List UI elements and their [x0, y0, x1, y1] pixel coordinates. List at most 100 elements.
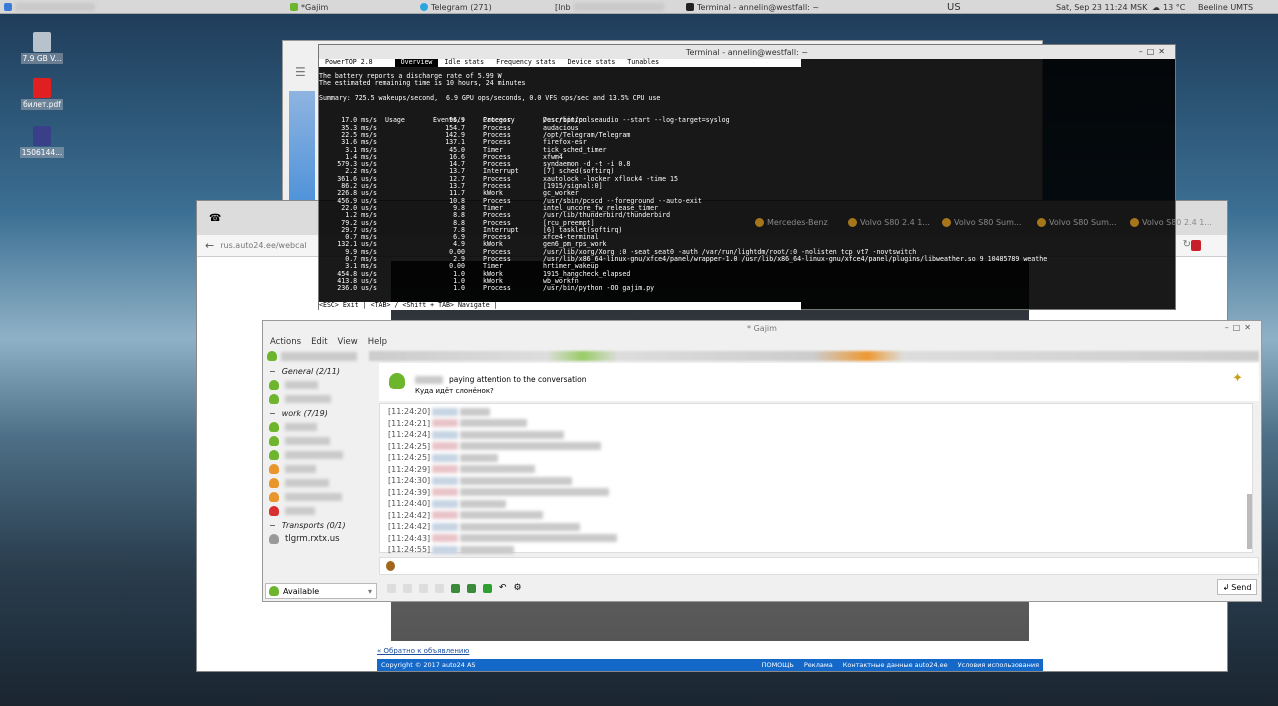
footer-link[interactable]: Контактные данные auto24.ee: [843, 661, 948, 669]
timestamp: [11:24:30]: [388, 476, 431, 486]
roster-contact[interactable]: [263, 448, 377, 462]
roster-group[interactable]: − General (2/11): [263, 364, 377, 378]
contact-status-icon: [269, 422, 279, 432]
menu-edit[interactable]: Edit: [311, 337, 327, 347]
desktop-icon-video[interactable]: 1506144...: [18, 126, 66, 158]
desktop-icon-pdf[interactable]: билет.pdf: [18, 78, 66, 110]
bookmark[interactable]: Volvo S80 2.4 1...: [860, 218, 930, 227]
roster-group[interactable]: − Transports (0/1): [263, 518, 377, 532]
taskbar-item-inbox[interactable]: [Inb: [555, 1, 664, 13]
send-button[interactable]: ↲ Send: [1217, 579, 1257, 595]
menu-actions[interactable]: Actions: [270, 337, 301, 347]
tab-idle-stats[interactable]: Idle stats: [438, 58, 490, 67]
table-header: Usage Events/s Category Description: [385, 116, 587, 125]
roster-contact[interactable]: [263, 434, 377, 448]
history-chat-icon[interactable]: [467, 583, 476, 593]
chat-list[interactable]: [289, 91, 315, 211]
account-row[interactable]: [267, 351, 357, 361]
url-field[interactable]: rus.auto24.ee/webcal: [220, 241, 306, 250]
roster-contact[interactable]: [263, 476, 377, 490]
conversation-log[interactable]: [11:24:20] [11:24:21] [11:24:24] [11:24:25]…: [379, 403, 1253, 555]
contact-status-icon: [269, 534, 279, 544]
encryption-icon[interactable]: [386, 561, 395, 571]
contact-status-icon: [269, 478, 279, 488]
roster-contact[interactable]: [263, 490, 377, 504]
tab-frequency-stats[interactable]: Frequency stats: [490, 58, 562, 67]
tab-bar[interactable]: [369, 351, 1259, 361]
back-icon[interactable]: ←: [205, 239, 214, 252]
contact-icon[interactable]: [435, 583, 444, 593]
menu-help[interactable]: Help: [368, 337, 387, 347]
chat-message: [11:24:42]: [380, 521, 1252, 533]
process-row: 22.0 us/s 9.8 Timer intel_uncore_fw_release…: [319, 204, 1177, 212]
bookmark[interactable]: Mercedes-Benz: [767, 218, 828, 227]
keyboard-layout[interactable]: US: [947, 1, 961, 13]
process-row: 226.8 us/s 11.7 kWork gc_worker: [319, 189, 1177, 197]
bookmark[interactable]: Volvo S80 2.4 1...: [1142, 218, 1212, 227]
settings-gear-icon[interactable]: ⚙: [514, 583, 522, 593]
footer-link[interactable]: Реклама: [804, 661, 833, 669]
message-input[interactable]: [379, 557, 1259, 575]
process-row: 1.4 ms/s 16.6 Process xfwm4: [319, 153, 1177, 161]
chat-message: [11:24:25]: [380, 441, 1252, 453]
chat-message: [11:24:20]: [380, 406, 1252, 418]
app-menu-icon[interactable]: [4, 1, 95, 13]
ublock-icon[interactable]: [1191, 240, 1201, 251]
roster-contact[interactable]: [263, 420, 377, 434]
weather[interactable]: ☁ 13 °C: [1152, 1, 1185, 13]
roster-contact[interactable]: tlgrm.rxtx.us: [263, 532, 377, 546]
history-icon[interactable]: ↶: [499, 583, 507, 593]
process-row: 31.6 ms/s 137.1 Process firefox-esr: [319, 138, 1177, 146]
taskbar-item-telegram[interactable]: Telegram (271): [420, 1, 492, 13]
site-footer: Copyright © 2017 auto24 AS ПОМОЩЬ Реклам…: [377, 659, 1043, 671]
bookmark[interactable]: Volvo S80 Sum...: [1049, 218, 1117, 227]
terminal-window[interactable]: Terminal - annelin@westfall: ~ –□✕ Power…: [318, 44, 1176, 310]
microphone-icon[interactable]: [419, 583, 428, 593]
window-controls[interactable]: –□✕: [1139, 47, 1169, 56]
footer-link[interactable]: ПОМОЩЬ: [762, 661, 794, 669]
window-controls[interactable]: –□✕: [1225, 323, 1255, 332]
bookmark[interactable]: Volvo S80 Sum...: [954, 218, 1022, 227]
menu-view[interactable]: View: [338, 337, 358, 347]
account-avatar-icon: [267, 351, 277, 361]
send-icon: ↲: [1222, 582, 1230, 592]
roster-contact[interactable]: [263, 378, 377, 392]
file-icon[interactable]: [403, 583, 412, 593]
taskbar-item-terminal[interactable]: Terminal - annelin@westfall: ~: [686, 1, 819, 13]
conversation-icon[interactable]: [451, 583, 460, 593]
timestamp: [11:24:25]: [388, 453, 431, 463]
roster-contact[interactable]: [263, 462, 377, 476]
taskbar-item-gajim[interactable]: *Gajim: [290, 1, 410, 13]
terminal-icon: [686, 3, 694, 11]
desktop-icon-drive[interactable]: 7.9 GB V...: [18, 32, 66, 64]
process-row: 456.9 us/s 10.8 Process/usr/sbin/pcscd --f…: [319, 197, 1177, 205]
available-icon: [269, 586, 279, 596]
tab-device-stats[interactable]: Device stats: [562, 58, 622, 67]
roster-group[interactable]: − work (7/19): [263, 406, 377, 420]
timestamp: [11:24:29]: [388, 464, 431, 474]
clock[interactable]: Sat, Sep 23 11:24 MSK: [1056, 1, 1147, 13]
chevron-down-icon: ▾: [367, 586, 372, 596]
powertop-status-line: <ESC> Exit | <TAB> / <Shift + TAB> Navig…: [319, 301, 801, 310]
status-selector[interactable]: Available ▾: [265, 583, 377, 599]
magic-wand-icon[interactable]: ✦: [1232, 371, 1243, 386]
tab-tunables[interactable]: Tunables: [621, 58, 665, 67]
font-icon[interactable]: [387, 583, 396, 593]
bookmark-icon: [1130, 218, 1139, 227]
gajim-window[interactable]: * Gajim –□✕ Actions Edit View Help − Gene…: [262, 320, 1262, 602]
reload-icon[interactable]: ↻: [1183, 239, 1191, 250]
roster-contact[interactable]: [263, 504, 377, 518]
emoticon-icon[interactable]: [483, 583, 492, 593]
timestamp: [11:24:42]: [388, 522, 431, 532]
timestamp: [11:24:55]: [388, 545, 431, 555]
category: Process: [483, 284, 511, 293]
roster-contact[interactable]: [263, 392, 377, 406]
network-status[interactable]: Beeline UMTS: [1198, 1, 1253, 13]
scrollbar[interactable]: [1247, 494, 1252, 549]
menu-icon[interactable]: ☰: [295, 65, 306, 79]
tab-overview[interactable]: Overview: [394, 58, 439, 67]
footer-link[interactable]: Условия использования: [958, 661, 1039, 669]
contact-status-icon: [269, 464, 279, 474]
timestamp: [11:24:24]: [388, 430, 431, 440]
back-to-ad-link[interactable]: « Обратно к объявлению: [377, 647, 469, 655]
